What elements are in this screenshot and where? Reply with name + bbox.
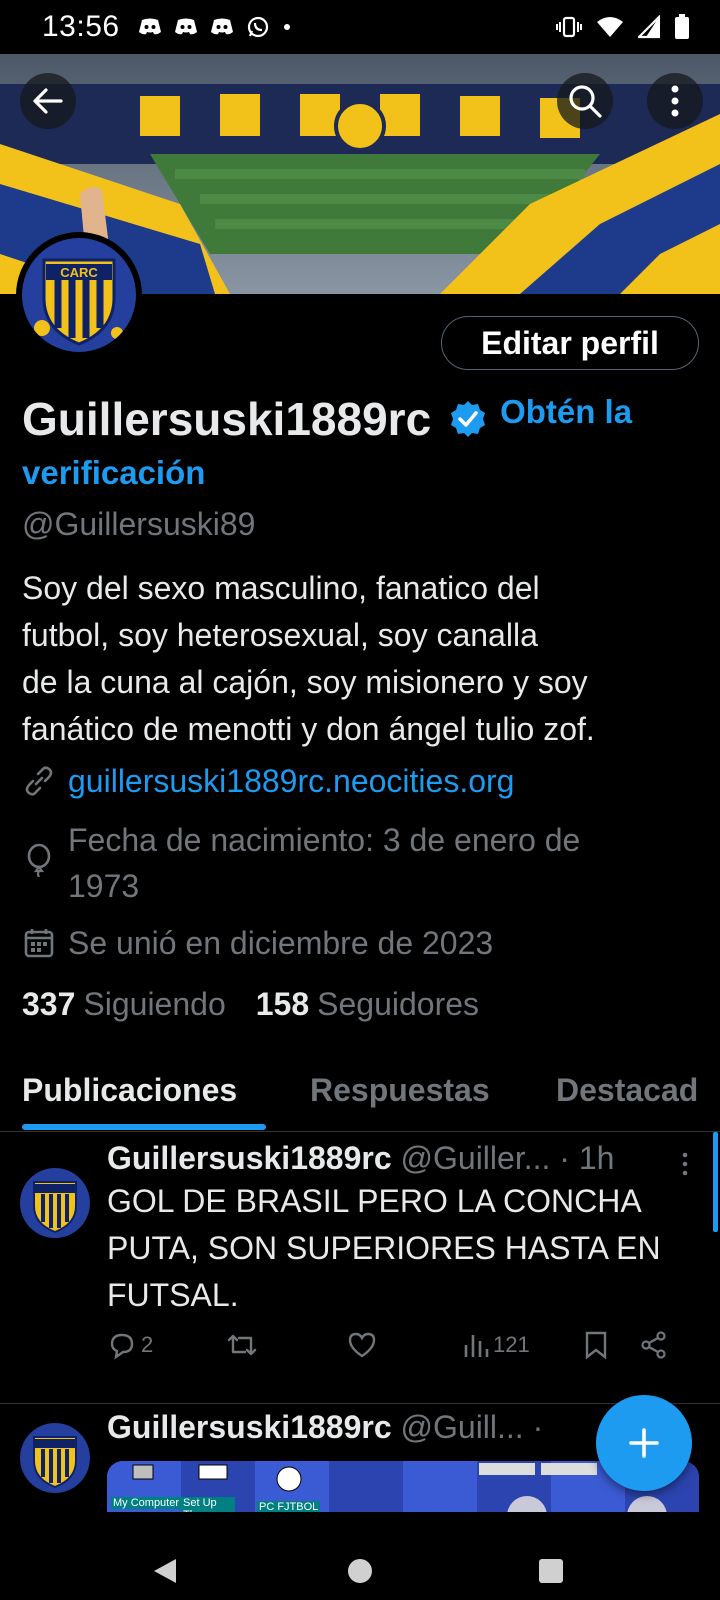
wifi-icon [597,17,623,37]
battery-icon [675,14,689,39]
followers-count: 158 [255,986,310,1022]
nav-recents-icon[interactable] [538,1558,564,1584]
post-header: Guillersuski1889rc @Guill... · [107,1409,543,1446]
compose-post-button[interactable] [596,1395,692,1491]
birthdate-row: Fecha de nacimiento: 3 de enero de 1973 [22,817,702,909]
views-button[interactable]: 121 [463,1331,530,1359]
followers-label: Seguidores [317,986,480,1022]
balloon-icon [27,843,51,877]
joined-text: Se unió en diciembre de 2023 [68,925,494,961]
discord-icon [174,18,197,35]
plus-icon [629,1428,659,1458]
name-row: Guillersuski1889rc Obtén la verificación [22,385,712,500]
nav-home-icon[interactable] [346,1557,374,1585]
bookmark-icon [585,1331,607,1360]
tab-destacados[interactable]: Destacad [556,1072,698,1109]
more-vertical-icon [671,85,679,117]
post-author-name[interactable]: Guillersuski1889rc [107,1409,392,1445]
profile-avatar[interactable]: CARC [16,232,142,358]
like-button[interactable] [347,1330,377,1360]
joined-row: Se unió en diciembre de 2023 [22,920,702,966]
post-avatar[interactable] [20,1168,90,1238]
post-more-icon[interactable] [680,1152,690,1176]
post-author-handle: @Guiller... [400,1140,551,1176]
vibrate-icon [556,16,582,38]
tab-respuestas[interactable]: Respuestas [310,1072,490,1109]
post-header: Guillersuski1889rc @Guiller... · 1h [107,1140,614,1177]
following-count: 337 [22,986,76,1022]
edit-profile-button[interactable]: Editar perfil [441,316,699,370]
cell-signal-icon [638,15,660,39]
system-navigation-bar [0,1512,720,1600]
share-icon [641,1331,666,1359]
active-tab-indicator [22,1124,266,1130]
svg-text:CARC: CARC [60,265,98,280]
calendar-icon [24,929,54,958]
more-options-button[interactable] [647,73,703,129]
more-notifications-dot-icon [283,24,290,30]
media-label-my-computer: My Computer [111,1497,182,1509]
crest-avatar-image [20,1423,90,1493]
reply-count: 2 [141,1332,154,1357]
share-button[interactable] [639,1330,669,1360]
back-button[interactable] [20,73,76,129]
following-label: Siguiendo [83,986,226,1022]
profile-bio: Soy del sexo masculino, fanatico del fut… [22,570,595,747]
bookmark-button[interactable] [583,1330,609,1360]
crest-avatar-image [20,1168,90,1238]
nav-back-icon[interactable] [150,1556,180,1586]
system-icons [556,14,690,40]
post-author-handle: @Guill... [400,1409,524,1445]
birthdate-line-2: 1973 [68,868,140,904]
repost-icon [227,1334,257,1356]
status-time: 13:56 [42,10,120,43]
tab-publicaciones[interactable]: Publicaciones [22,1072,237,1109]
website-link[interactable]: guillersuski1889rc.neocities.org [68,758,514,804]
verified-badge-icon [450,400,485,437]
post-avatar[interactable] [20,1423,90,1493]
discord-icon [138,18,161,35]
post-time: · [532,1409,544,1445]
discord-icon [210,18,233,35]
search-icon [569,85,602,118]
display-name: Guillersuski1889rc [22,392,432,445]
media-label-pc-futbol: PC FJTBOL [257,1501,321,1512]
views-count: 121 [493,1332,530,1357]
post-text: GOL DE BRASIL PERO LA CONCHA PUTA, SON S… [107,1183,661,1313]
analytics-icon [464,1335,489,1357]
link-icon [25,766,53,796]
status-bar: 13:56 [0,0,720,54]
scroll-indicator[interactable] [713,1132,718,1232]
heart-icon [348,1332,376,1358]
profile-tabs: Publicaciones Respuestas Destacad [0,1060,720,1132]
followers-link[interactable]: 158 Seguidores [256,986,479,1023]
birthdate-text: Fecha de nacimiento: 3 de enero de 1973 [68,817,580,909]
carc-crest-image: CARC [22,238,136,352]
search-button[interactable] [557,73,613,129]
following-link[interactable]: 337 Siguiendo [22,986,226,1023]
post-author-name[interactable]: Guillersuski1889rc [107,1140,392,1176]
post-item[interactable]: Guillersuski1889rc @Guiller... · 1h GOL … [0,1132,720,1404]
birthdate-line-1: Fecha de nacimiento: 3 de enero de [68,822,581,858]
back-arrow-icon [33,88,63,114]
reply-button[interactable]: 2 [107,1330,153,1360]
website-row: guillersuski1889rc.neocities.org [22,758,702,804]
media-label-set-up-microsoft: Set Up The Microsoft [181,1497,235,1512]
post-time: · 1h [559,1140,615,1176]
post-actions: 2 121 [107,1325,687,1365]
whatsapp-icon [247,16,268,38]
follow-stats: 337 Siguiendo 158 Seguidores [22,986,479,1023]
repost-button[interactable] [225,1330,259,1360]
reply-icon [110,1333,134,1360]
notification-icons [138,15,292,39]
profile-handle: @Guillersuski89 [22,506,256,542]
